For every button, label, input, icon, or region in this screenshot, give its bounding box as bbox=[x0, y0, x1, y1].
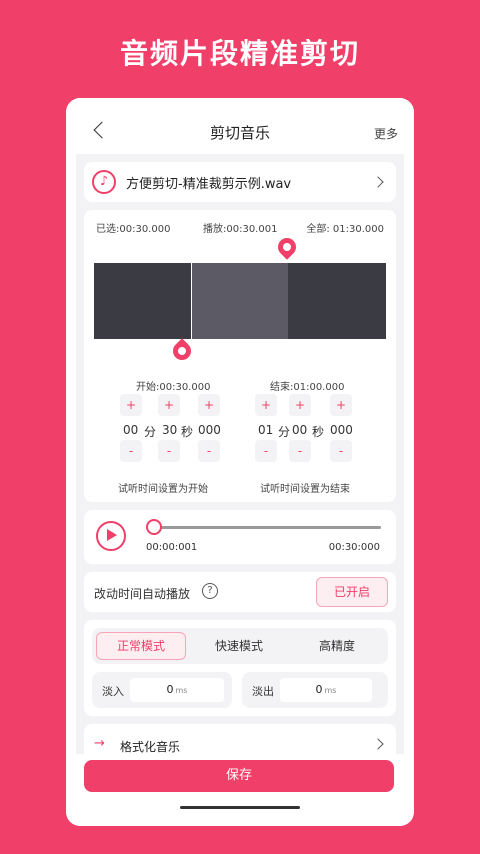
app-screen: 剪切音乐 更多 ♪ 方便剪切-精准裁剪示例.wav 已选:00:30.000 播… bbox=[76, 98, 404, 826]
auto-play-row: 改动时间自动播放 ? 已开启 bbox=[84, 572, 396, 612]
home-indicator bbox=[180, 806, 300, 809]
chevron-right-icon bbox=[372, 176, 384, 188]
start-sec-minus-button[interactable]: - bbox=[158, 440, 180, 462]
end-sec-plus-button[interactable]: + bbox=[289, 394, 311, 416]
fade-out-input[interactable]: 0 ms bbox=[280, 678, 372, 702]
set-start-hint[interactable]: 试听时间设置为开始 bbox=[118, 480, 208, 495]
fade-in-label: 淡入 bbox=[102, 685, 124, 698]
start-minutes: 00 bbox=[123, 423, 139, 437]
fade-in-value: 0 bbox=[166, 683, 174, 696]
end-sec-unit: 秒 bbox=[312, 425, 325, 439]
file-selector[interactable]: ♪ 方便剪切-精准裁剪示例.wav bbox=[84, 162, 396, 202]
selection-region bbox=[191, 263, 288, 339]
save-button[interactable]: 保存 bbox=[84, 760, 394, 792]
format-music-row[interactable]: → 格式化音乐 bbox=[84, 724, 396, 754]
content-area: ♪ 方便剪切-精准裁剪示例.wav 已选:00:30.000 播放:00:30.… bbox=[76, 154, 404, 754]
clip-duration: 00:30:000 bbox=[328, 542, 380, 553]
fade-in-input[interactable]: 0 ms bbox=[130, 678, 224, 702]
start-seconds: 30 bbox=[162, 423, 178, 437]
set-end-hint[interactable]: 试听时间设置为结束 bbox=[260, 480, 350, 495]
selected-duration: 已选:00:30.000 bbox=[96, 224, 171, 235]
end-ms-plus-button[interactable]: + bbox=[330, 394, 352, 416]
start-min-unit: 分 bbox=[144, 425, 157, 439]
fade-in-unit: ms bbox=[175, 686, 188, 695]
mode-fast[interactable]: 快速模式 bbox=[190, 628, 288, 664]
end-millis: 000 bbox=[330, 423, 353, 437]
music-note-icon: ♪ bbox=[92, 170, 116, 194]
start-pin-icon[interactable] bbox=[169, 338, 195, 364]
mode-card: 正常模式 快速模式 高精度 淡入 0 ms 淡出 0 ms bbox=[84, 620, 396, 716]
start-time-label: 开始:00:30.000 bbox=[136, 382, 211, 393]
format-music-label: 格式化音乐 bbox=[120, 740, 181, 754]
player-card: 00:00:001 00:30:000 bbox=[84, 510, 396, 564]
end-min-unit: 分 bbox=[278, 425, 291, 439]
fade-out-label: 淡出 bbox=[252, 685, 274, 698]
fade-in-group: 淡入 0 ms bbox=[92, 672, 232, 708]
end-ms-minus-button[interactable]: - bbox=[330, 440, 352, 462]
promo-title: 音频片段精准剪切 bbox=[119, 37, 360, 70]
fade-out-unit: ms bbox=[324, 686, 337, 695]
chevron-right-icon bbox=[372, 738, 384, 750]
phone-frame: 剪切音乐 更多 ♪ 方便剪切-精准裁剪示例.wav 已选:00:30.000 播… bbox=[66, 98, 414, 826]
start-min-plus-button[interactable]: + bbox=[120, 394, 142, 416]
waveform[interactable] bbox=[94, 263, 386, 339]
end-min-minus-button[interactable]: - bbox=[255, 440, 277, 462]
mode-normal[interactable]: 正常模式 bbox=[96, 632, 186, 660]
start-sec-plus-button[interactable]: + bbox=[158, 394, 180, 416]
start-sec-unit: 秒 bbox=[181, 425, 194, 439]
progress-thumb[interactable] bbox=[146, 519, 162, 535]
file-name: 方便剪切-精准裁剪示例.wav bbox=[126, 177, 292, 192]
mode-precise[interactable]: 高精度 bbox=[288, 628, 386, 664]
end-sec-minus-button[interactable]: - bbox=[289, 440, 311, 462]
waveform-card: 已选:00:30.000 播放:00:30.001 全部: 01:30.000 … bbox=[84, 210, 396, 502]
end-time-label: 结束:01:00.000 bbox=[270, 382, 345, 393]
help-icon[interactable]: ? bbox=[202, 583, 218, 599]
start-millis: 000 bbox=[198, 423, 221, 437]
auto-play-label: 改动时间自动播放 bbox=[94, 587, 191, 601]
app-bar: 剪切音乐 更多 bbox=[76, 98, 404, 154]
start-marker-line bbox=[191, 263, 192, 339]
current-time: 00:00:001 bbox=[146, 542, 198, 553]
fade-out-value: 0 bbox=[315, 683, 323, 696]
start-min-minus-button[interactable]: - bbox=[120, 440, 142, 462]
playhead-time: 播放:00:30.001 bbox=[203, 224, 278, 235]
start-ms-minus-button[interactable]: - bbox=[198, 440, 220, 462]
page-title: 剪切音乐 bbox=[209, 124, 270, 142]
mode-selector: 正常模式 快速模式 高精度 bbox=[92, 628, 388, 664]
auto-play-toggle[interactable]: 已开启 bbox=[316, 577, 388, 607]
end-minutes: 01 bbox=[258, 423, 274, 437]
progress-track[interactable] bbox=[154, 526, 381, 529]
playhead-pin-icon[interactable] bbox=[274, 234, 300, 260]
format-arrow-icon: → bbox=[94, 736, 105, 751]
total-duration: 全部: 01:30.000 bbox=[306, 224, 384, 235]
end-min-plus-button[interactable]: + bbox=[255, 394, 277, 416]
start-ms-plus-button[interactable]: + bbox=[198, 394, 220, 416]
play-icon[interactable] bbox=[96, 521, 126, 551]
more-button[interactable]: 更多 bbox=[374, 125, 398, 142]
fade-out-group: 淡出 0 ms bbox=[242, 672, 388, 708]
end-seconds: 00 bbox=[292, 423, 308, 437]
